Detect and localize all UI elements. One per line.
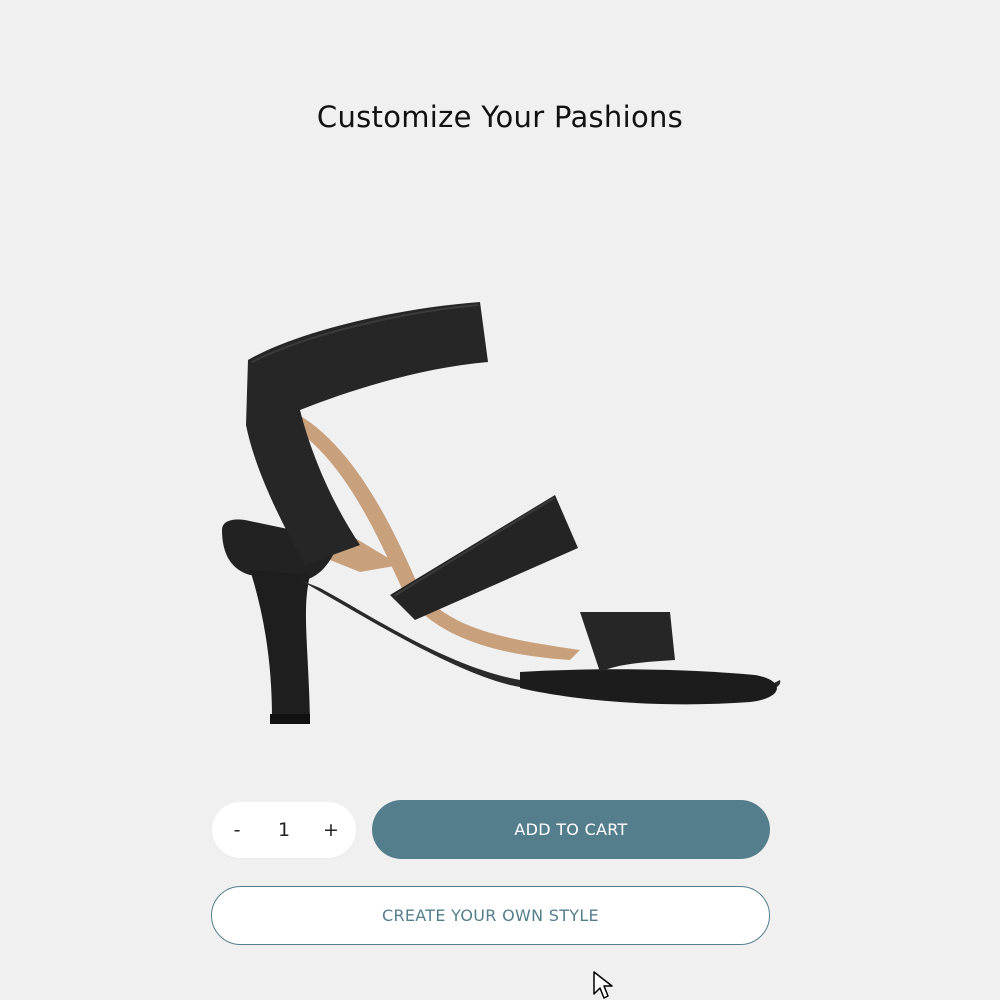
increment-button[interactable]: + <box>318 815 344 845</box>
decrement-button[interactable]: - <box>224 815 250 845</box>
page-title: Customize Your Pashions <box>316 100 684 134</box>
create-your-own-style-button[interactable]: CREATE YOUR OWN STYLE <box>211 886 770 945</box>
quantity-value[interactable]: 1 <box>264 819 304 841</box>
add-to-cart-button[interactable]: ADD TO CART <box>372 800 770 859</box>
mouse-pointer-icon <box>593 971 613 999</box>
quantity-stepper[interactable]: - 1 + <box>212 802 356 858</box>
product-page: Customize Your Pashions - 1 + ADD TO CAR… <box>0 0 1000 1000</box>
sandal-image <box>222 302 781 724</box>
